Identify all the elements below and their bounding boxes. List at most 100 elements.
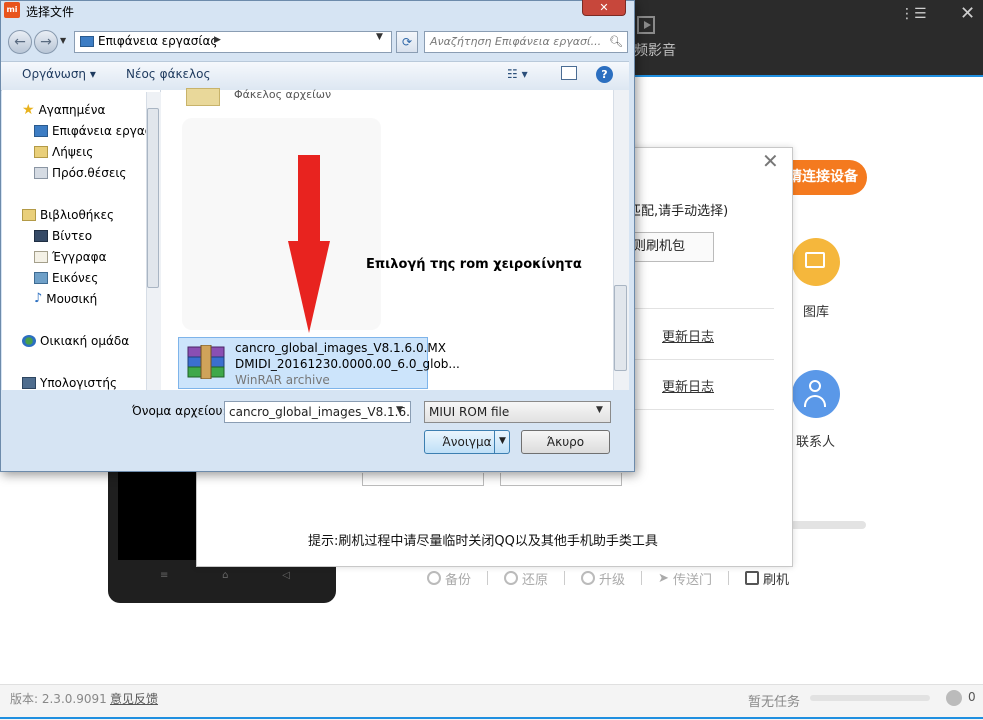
downloads-icon: [34, 146, 48, 158]
nav-music[interactable]: ♪ Μουσική: [34, 292, 97, 306]
dialog-button-stub[interactable]: [362, 473, 484, 486]
flash-tool[interactable]: 刷机: [744, 569, 789, 588]
filename-label: Όνομα αρχείου:: [132, 404, 227, 418]
flash-label: 刷机: [762, 572, 789, 588]
view-options-icon[interactable]: ☷ ▾: [507, 67, 528, 81]
libraries-icon: [22, 209, 36, 221]
open-button-label: Άνοιγμα: [442, 435, 492, 449]
forward-button[interactable]: →: [34, 30, 58, 54]
close-button[interactable]: ✕: [582, 0, 626, 16]
connect-device-button[interactable]: 请连接设备: [780, 160, 867, 195]
divider: [487, 571, 489, 585]
nav-libraries[interactable]: Βιβλιοθήκες: [22, 208, 114, 222]
dialog-title: 选择文件: [26, 5, 75, 19]
search-icon[interactable]: 🔍︎: [609, 35, 623, 48]
pictures-icon: [34, 272, 48, 284]
organize-button[interactable]: Οργάνωση ▾: [22, 67, 96, 81]
red-arrow-annotation: [288, 155, 330, 333]
nav-computer[interactable]: Υπολογιστής: [22, 376, 117, 390]
new-folder-button[interactable]: Νέος φάκελος: [126, 67, 211, 81]
menu-icon[interactable]: ⋮☰: [900, 6, 927, 22]
nav-homegroup[interactable]: Οικιακή ομάδα: [22, 334, 129, 348]
desktop-icon: [34, 125, 48, 137]
divider: [564, 571, 566, 585]
transfer-tool[interactable]: ➤ 传送门: [658, 569, 712, 588]
gallery-label[interactable]: 图库: [803, 301, 829, 320]
update-log-link[interactable]: 更新日志: [662, 376, 714, 395]
dialog-hint: 匹配,请手动选择): [628, 204, 729, 219]
nav-scroll-thumb[interactable]: [147, 108, 159, 288]
nav-recent-places[interactable]: Πρόσ.θέσεις: [34, 166, 126, 180]
phone-buttons: ≡ ⌂ ◁: [160, 570, 290, 581]
nav-label: Βίντεο: [52, 229, 93, 243]
divider: [616, 409, 774, 410]
filename-input[interactable]: cancro_global_images_V8.1.6.0: [224, 401, 411, 423]
upgrade-icon: [581, 571, 596, 585]
nav-desktop[interactable]: Επιφάνεια εργασ: [34, 124, 152, 138]
nav-label: Πρόσ.θέσεις: [52, 166, 127, 180]
top-tab-label[interactable]: 频影音: [634, 40, 676, 60]
nav-label: Αγαπημένα: [38, 103, 106, 117]
device-progress-bar: [790, 521, 866, 529]
refresh-button[interactable]: ⟳: [396, 31, 418, 53]
download-count: 0: [968, 690, 976, 704]
app-close-icon[interactable]: ✕: [960, 3, 975, 24]
folder-item-label[interactable]: Φάκελος αρχείων: [234, 88, 331, 101]
nav-label: Υπολογιστής: [40, 376, 117, 390]
documents-icon: [34, 251, 48, 263]
feedback-link[interactable]: 意见反馈: [110, 690, 158, 707]
download-icon[interactable]: [946, 690, 962, 706]
nav-downloads[interactable]: Λήψεις: [34, 145, 93, 159]
filetype-select[interactable]: MIUI ROM file: [424, 401, 611, 423]
backup-icon: [427, 571, 441, 585]
divider: [727, 571, 729, 585]
gallery-icon[interactable]: [792, 238, 840, 286]
nav-label: Λήψεις: [52, 145, 94, 159]
dialog-button-stub[interactable]: [500, 473, 622, 486]
task-progress-bar: [810, 695, 930, 701]
nav-label: Έγγραφα: [52, 250, 107, 264]
backup-tool[interactable]: 备份: [427, 569, 471, 588]
filename-dropdown-icon[interactable]: ▼: [396, 405, 403, 415]
upgrade-label: 升级: [599, 572, 626, 588]
desktop-icon: [80, 36, 94, 47]
contacts-icon[interactable]: [792, 370, 840, 418]
send-icon: ➤: [658, 570, 669, 586]
contacts-label[interactable]: 联系人: [796, 431, 835, 450]
winrar-archive-icon: [187, 345, 225, 379]
music-icon: ♪: [34, 291, 43, 306]
address-text[interactable]: Επιφάνεια εργασίας: [98, 34, 217, 48]
filetype-dropdown-icon[interactable]: ▼: [596, 405, 603, 415]
nav-label: Εικόνες: [52, 271, 99, 285]
dialog-close-icon[interactable]: ✕: [762, 149, 779, 173]
breadcrumb-arrow-icon[interactable]: ▶: [214, 35, 221, 45]
file-scroll-thumb[interactable]: [614, 285, 627, 371]
dialog-tip: 提示:刷机过程中请尽量临时关闭QQ以及其他手机助手类工具: [308, 534, 658, 549]
divider: [641, 571, 643, 585]
nav-pictures[interactable]: Εικόνες: [34, 271, 98, 285]
nav-videos[interactable]: Βίντεο: [34, 229, 92, 243]
back-button[interactable]: ←: [8, 30, 32, 54]
tool-row: 备份 还原 升级 ➤ 传送门 刷机: [427, 568, 789, 588]
nav-favorites[interactable]: ★ Αγαπημένα: [22, 103, 105, 117]
help-icon[interactable]: ?: [596, 66, 613, 83]
update-log-link[interactable]: 更新日志: [662, 326, 714, 345]
select-package-button[interactable]: 则刷机包: [624, 232, 714, 262]
upgrade-tool[interactable]: 升级: [581, 569, 625, 588]
computer-icon: [22, 377, 36, 389]
folder-icon[interactable]: [186, 88, 220, 106]
cancel-button[interactable]: Άκυρο: [521, 430, 610, 454]
nav-label: Βιβλιοθήκες: [40, 208, 115, 222]
open-split-dropdown-icon[interactable]: ▼: [494, 431, 510, 453]
selected-file-name: cancro_global_images_V8.1.6.0.MX: [235, 341, 446, 355]
address-dropdown-icon[interactable]: ▼: [376, 32, 383, 42]
divider: [616, 359, 774, 360]
restore-tool[interactable]: 还原: [504, 569, 548, 588]
search-placeholder[interactable]: Αναζήτηση Επιφάνεια εργασί...: [430, 35, 601, 48]
history-dropdown-icon[interactable]: ▼: [60, 36, 66, 45]
preview-pane-icon[interactable]: [561, 66, 577, 80]
nav-documents[interactable]: Έγγραφα: [34, 250, 107, 264]
video-icon[interactable]: [637, 16, 655, 34]
mi-logo-icon: mi: [4, 2, 20, 18]
restore-label: 还原: [522, 572, 549, 588]
